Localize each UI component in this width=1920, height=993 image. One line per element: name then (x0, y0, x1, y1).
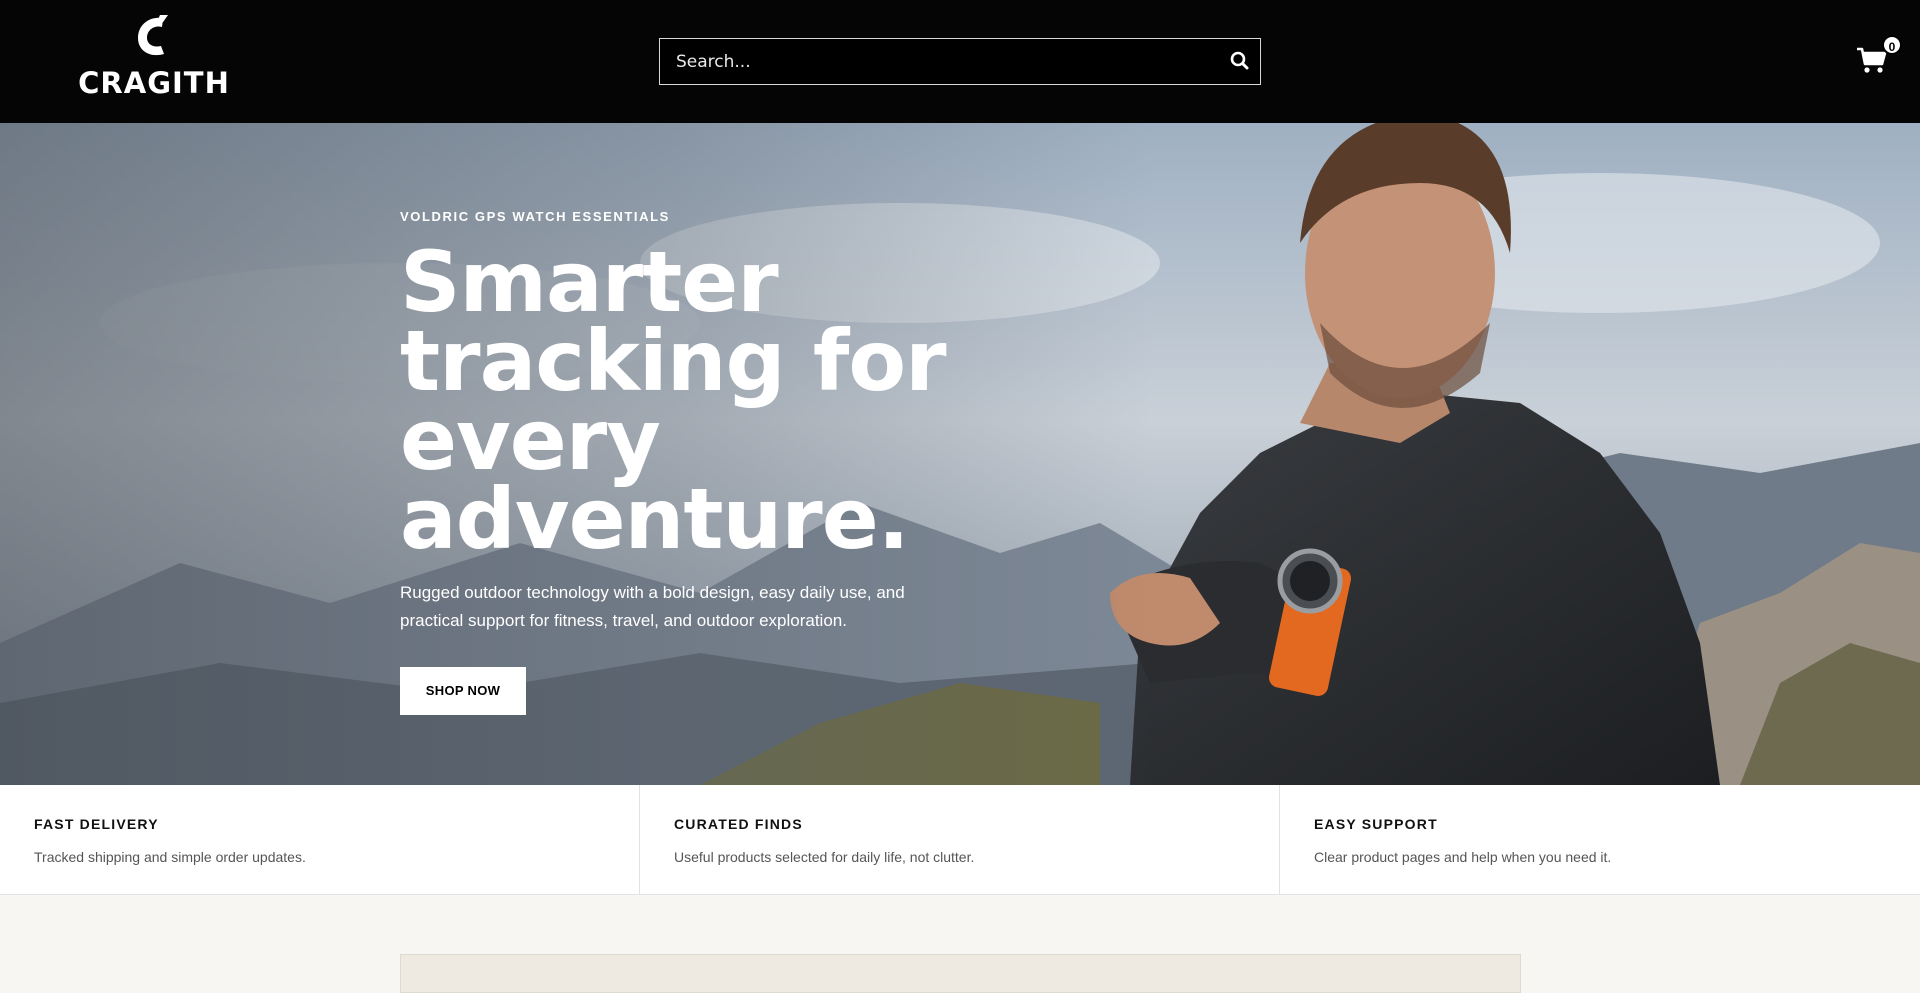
feature-description: Clear product pages and help when you ne… (1314, 849, 1612, 865)
feature-title: CURATED FINDS (674, 816, 803, 832)
search-bar (659, 38, 1261, 85)
hero-eyebrow: VOLDRIC GPS WATCH ESSENTIALS (400, 209, 670, 224)
cart-count-badge: 0 (1882, 35, 1902, 55)
search-button[interactable] (1226, 47, 1254, 75)
feature-description: Tracked shipping and simple order update… (34, 849, 306, 865)
hero-content: VOLDRIC GPS WATCH ESSENTIALS Smarter tra… (400, 209, 1020, 715)
search-input[interactable] (660, 39, 1220, 84)
hero-subtext: Rugged outdoor technology with a bold de… (400, 583, 905, 630)
feature-strip: FAST DELIVERY Tracked shipping and simpl… (0, 785, 1920, 895)
search-icon (1230, 51, 1249, 70)
logo-mark-icon (138, 15, 168, 56)
feature-curated-finds: CURATED FINDS Useful products selected f… (640, 785, 1280, 895)
site-header: CRAGITH 0 (0, 0, 1920, 123)
hero-banner: VOLDRIC GPS WATCH ESSENTIALS Smarter tra… (0, 123, 1920, 785)
hero-headline: Smarter tracking for every adventure. (400, 233, 947, 568)
feature-title: FAST DELIVERY (34, 816, 159, 832)
feature-fast-delivery: FAST DELIVERY Tracked shipping and simpl… (0, 785, 640, 895)
logo[interactable]: CRAGITH (76, 14, 232, 100)
content-card-top (400, 954, 1521, 993)
feature-title: EASY SUPPORT (1314, 816, 1438, 832)
feature-easy-support: EASY SUPPORT Clear product pages and hel… (1280, 785, 1920, 895)
logo-text: CRAGITH (78, 66, 230, 100)
feature-description: Useful products selected for daily life,… (674, 849, 975, 865)
shop-now-button[interactable]: SHOP NOW (400, 667, 526, 715)
